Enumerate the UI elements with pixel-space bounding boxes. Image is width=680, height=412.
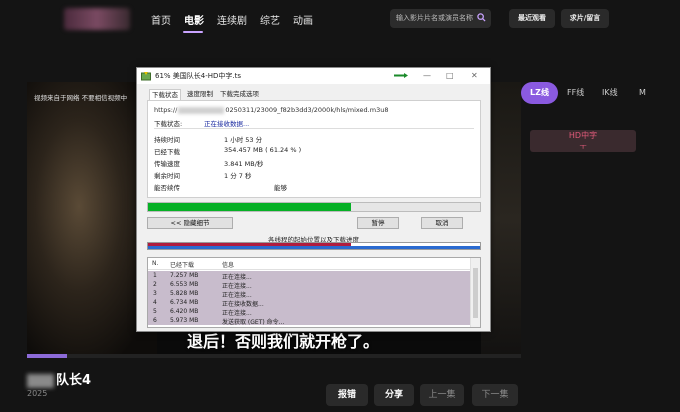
table-row[interactable]: 1 7.257 MB 正在连接... [148,271,470,281]
pause-button[interactable]: 暂停 [357,217,399,229]
dialog-titlebar[interactable]: 61% 美国队长4-HD中字.ts — □ ✕ [137,68,490,84]
url-blurred-part [178,106,225,114]
line-tab-ik[interactable]: IK线 [602,82,618,104]
url-suffix: 0250311/23009_f82b3dd3/2000k/hls/mixed.m… [225,106,389,114]
url-prefix: https:// [154,106,178,114]
request-button[interactable]: 求片/留言 [561,9,609,28]
table-header: N. 已经下载 信息 [148,258,470,270]
minimize-icon[interactable]: — [423,71,431,80]
duration-label: 持续时间 [154,136,180,144]
row-n: 3 [153,290,157,297]
tab-completion-options[interactable]: 下载完成选项 [218,89,261,100]
maximize-icon[interactable]: □ [446,71,454,80]
row-size: 5.828 MB [170,290,199,297]
row-size: 6.553 MB [170,281,199,288]
nav-variety[interactable]: 综艺 [260,12,280,27]
col-n[interactable]: N. [152,260,158,267]
video-progress-track[interactable] [27,354,521,358]
site-logo-blurred[interactable] [64,8,130,30]
table-scrollbar-thumb[interactable] [473,268,478,318]
movie-year: 2025 [27,389,48,398]
search-box[interactable]: 输入影片片名或演员名称 [390,9,491,28]
row-size: 6.734 MB [170,299,199,306]
speed-label: 传输速度 [154,160,180,168]
row-n: 4 [153,299,157,306]
nav-home[interactable]: 首页 [151,12,171,27]
browser-frame: 首页 电影 连续剧 综艺 动画 输入影片片名或演员名称 最近观看 求片/留言 视… [0,0,680,412]
table-scrollbar[interactable] [470,258,480,327]
video-warning-text: 视频来自于网络 不要相信视频中 [34,94,128,102]
title-blurred-part [27,373,54,388]
tab-download-status[interactable]: 下载状态 [149,89,181,100]
row-n: 6 [153,317,157,324]
line-tab-m[interactable]: M [639,82,646,104]
video-progress-fill [27,354,67,358]
download-app-icon [141,72,151,81]
nav-anime[interactable]: 动画 [293,12,313,27]
tab-speed-limit[interactable]: 速度限制 [185,89,215,100]
connections-progress-blue [148,246,480,249]
row-info: 发送获取 (GET) 命令... [222,319,285,326]
movie-title: 队长4 [27,369,91,388]
download-dialog: 61% 美国队长4-HD中字.ts — □ ✕ 下载状态 速度限制 下载完成选项… [136,67,491,332]
next-episode-button[interactable]: 下一集 [472,384,518,406]
row-size: 5.973 MB [170,317,199,324]
episode-card[interactable]: HD中字 ㅜ [530,130,636,152]
episode-card-label: HD中字 [568,131,598,140]
status-label: 下载状态: [154,120,183,128]
nav-series[interactable]: 连续剧 [217,12,247,27]
download-url: https:// 0250311/23009_f82b3dd3/2000k/hls… [154,106,388,114]
cancel-button[interactable]: 取消 [421,217,463,229]
row-size: 7.257 MB [170,272,199,279]
table-row[interactable]: 4 6.734 MB 正在接收数据... [148,298,470,308]
time-left-label: 剩余时间 [154,172,180,180]
line-tab-ff[interactable]: FF线 [567,82,584,104]
resume-label: 能否续传 [154,184,180,192]
download-progress-fill [148,203,352,211]
speed-value: 3.841 MB/秒 [224,160,264,168]
table-row[interactable]: 3 5.828 MB 正在连接... [148,289,470,299]
share-button[interactable]: 分享 [374,384,414,406]
recent-button[interactable]: 最近观看 [509,9,555,28]
search-icon[interactable] [477,13,486,22]
panel-separator [154,128,474,129]
time-left-value: 1 分 7 秒 [224,172,252,180]
search-placeholder: 输入影片片名或演员名称 [396,14,473,22]
col-info[interactable]: 信息 [222,260,234,269]
row-size: 6.420 MB [170,308,199,315]
download-arrow-icon [394,73,408,78]
downloaded-value: 354.457 MB ( 61.24 % ) [224,146,302,154]
dialog-title: 61% 美国队长4-HD中字.ts [155,72,242,80]
duration-value: 1 小时 53 分 [224,136,263,144]
episode-card-sublabel: ㅜ [579,142,587,151]
nav-movies[interactable]: 电影 [184,12,204,27]
table-row[interactable]: 5 6.420 MB 正在连接... [148,307,470,317]
table-row[interactable]: 2 6.553 MB 正在连接... [148,280,470,290]
downloaded-label: 已经下载 [154,148,180,156]
report-button[interactable]: 报错 [326,384,368,406]
connections-table[interactable]: N. 已经下载 信息 1 7.257 MB 正在连接... 2 6.553 MB… [147,257,481,328]
nav-active-indicator [183,31,203,33]
hide-details-button[interactable]: << 隐藏细节 [147,217,233,229]
top-navigation-bar: 首页 电影 连续剧 综艺 动画 输入影片片名或演员名称 最近观看 求片/留言 [0,0,680,38]
resume-value: 能够 [274,184,287,192]
connections-progress-bar [147,242,481,250]
row-n: 5 [153,308,157,315]
movie-title-text: 队长4 [56,373,92,388]
status-value: 正在接收数据... [204,120,250,128]
table-row[interactable]: 6 5.973 MB 发送获取 (GET) 命令... [148,316,470,326]
row-n: 2 [153,281,157,288]
row-n: 1 [153,272,157,279]
download-status-panel: https:// 0250311/23009_f82b3dd3/2000k/hls… [147,100,481,198]
source-line-tabs: LZ线 FF线 IK线 M [521,82,680,104]
download-progress-bar [147,202,481,212]
line-tab-lz[interactable]: LZ线 [521,82,558,104]
prev-episode-button[interactable]: 上一集 [420,384,464,406]
close-icon[interactable]: ✕ [471,71,478,80]
col-downloaded[interactable]: 已经下载 [170,260,194,269]
